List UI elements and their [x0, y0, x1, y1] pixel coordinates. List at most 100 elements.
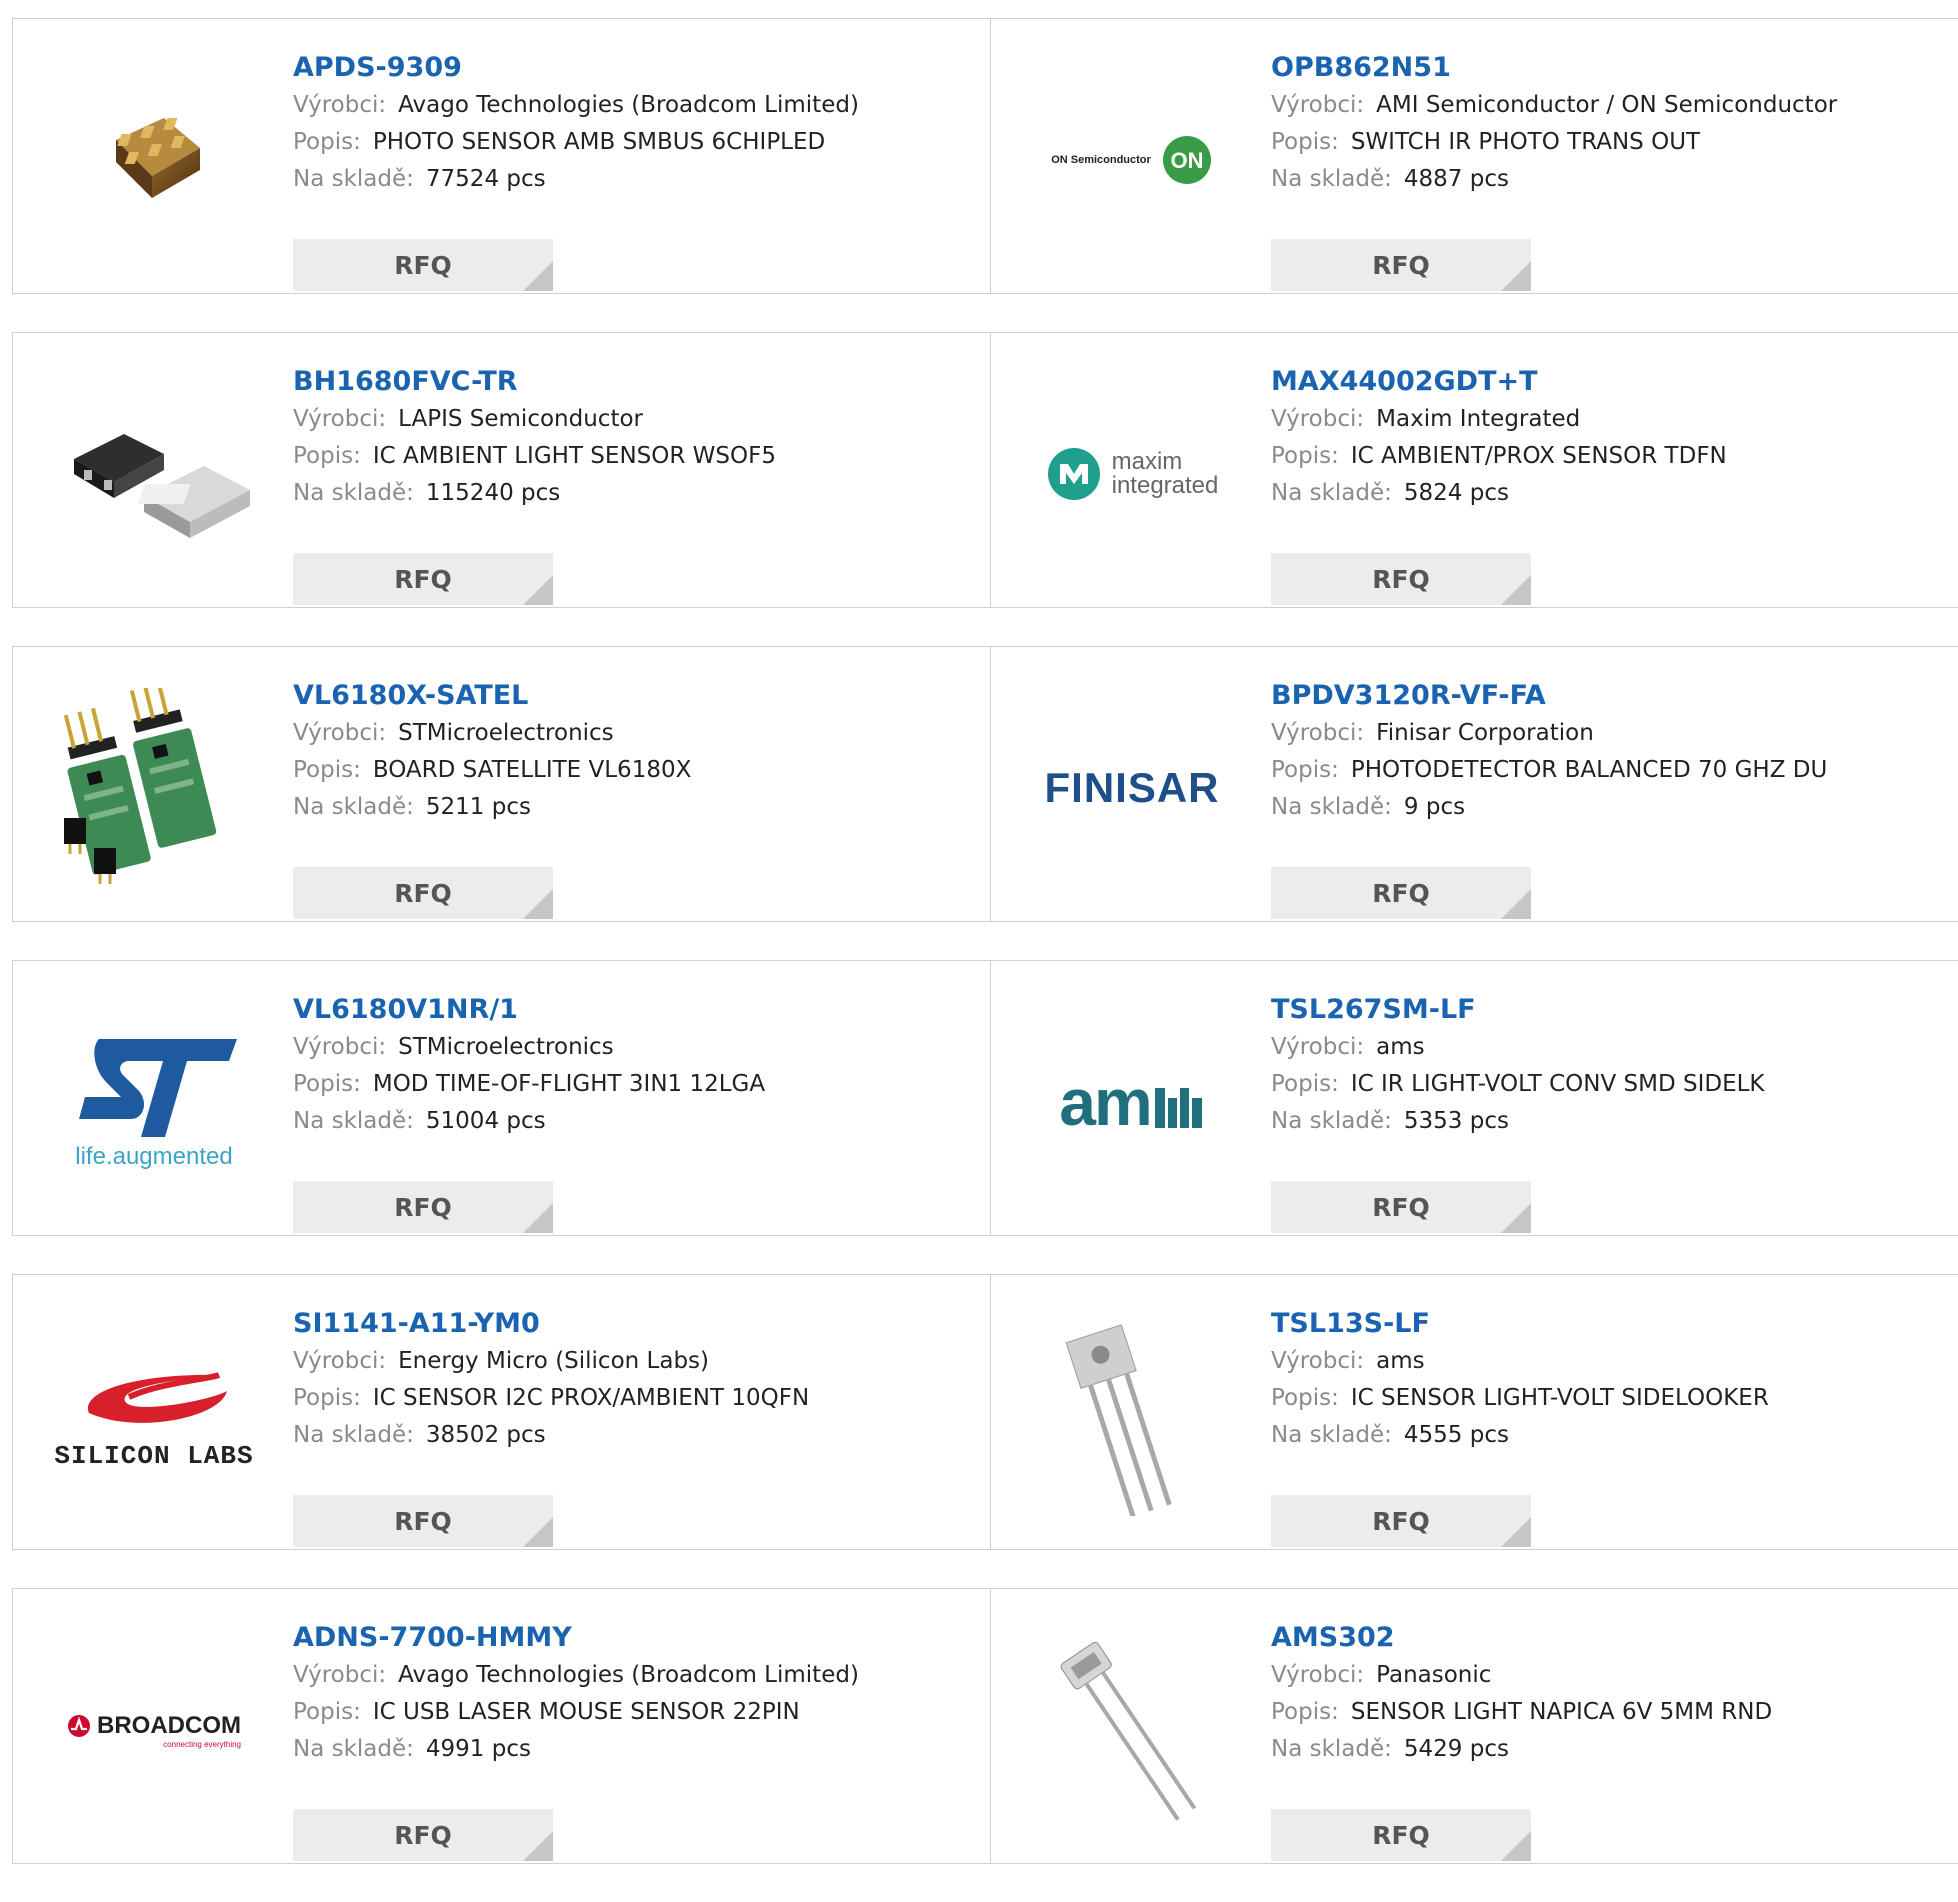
part-number-link[interactable]: TSL13S-LF: [1271, 1305, 1958, 1343]
rfq-label: RFQ: [1372, 250, 1430, 280]
part-number-link[interactable]: BH1680FVC-TR: [293, 363, 980, 401]
stock-row: Na skladě: 51004 pcs: [293, 1103, 980, 1140]
logo-tagline: connecting everything: [163, 1739, 241, 1749]
stock-value: 5824 pcs: [1403, 480, 1509, 506]
logo-text: integrated: [1111, 472, 1219, 499]
stock-value: 51004 pcs: [425, 1108, 546, 1134]
manufacturer-label: Výrobci:: [1271, 1662, 1365, 1688]
manufacturer-label: Výrobci:: [293, 406, 387, 432]
stock-row: Na skladě: 115240 pcs: [293, 475, 980, 512]
rfq-button[interactable]: RFQ: [1271, 1809, 1531, 1861]
manufacturer-row: Výrobci: STMicroelectronics: [293, 1029, 980, 1066]
stock-row: Na skladě: 4887 pcs: [1271, 161, 1958, 198]
rfq-label: RFQ: [1372, 1506, 1430, 1536]
stock-value: 5353 pcs: [1403, 1108, 1509, 1134]
button-corner-decoration: [523, 1517, 553, 1547]
description-label: Popis:: [1271, 1071, 1339, 1097]
button-corner-decoration: [1501, 575, 1531, 605]
description-row: Popis: IC IR LIGHT-VOLT CONV SMD SIDELK: [1271, 1066, 1958, 1103]
broadcom-logo[interactable]: BROADCOM connecting everything: [51, 1627, 257, 1833]
stock-value: 4555 pcs: [1403, 1422, 1509, 1448]
stock-label: Na skladě:: [1271, 1422, 1392, 1448]
stock-value: 5429 pcs: [1403, 1736, 1509, 1762]
photo-sensor-leads-photo[interactable]: [1029, 1627, 1235, 1833]
manufacturer-value: AMI Semiconductor / ON Semiconductor: [1376, 92, 1838, 118]
stock-value: 77524 pcs: [425, 166, 546, 192]
part-number-link[interactable]: OPB862N51: [1271, 49, 1958, 87]
product-info: APDS-9309 Výrobci: Avago Technologies (Br…: [293, 49, 980, 291]
button-corner-decoration: [523, 1203, 553, 1233]
sidelooker-sensor-photo[interactable]: [1029, 1313, 1235, 1519]
manufacturer-value: Panasonic: [1376, 1662, 1492, 1688]
logo-text: am: [1059, 1065, 1152, 1139]
button-corner-decoration: [1501, 889, 1531, 919]
product-card: am TSL267SM-LF Výrobci: ams Popis: IC IR L…: [990, 961, 1958, 1235]
part-number-link[interactable]: APDS-9309: [293, 49, 980, 87]
product-info: AMS302 Výrobci: Panasonic Popis: SENSOR LI…: [1271, 1619, 1958, 1861]
description-row: Popis: MOD TIME-OF-FLIGHT 3IN1 12LGA: [293, 1066, 980, 1103]
rfq-label: RFQ: [1372, 1192, 1430, 1222]
st-life-augmented-logo[interactable]: life.augmented: [51, 999, 257, 1205]
maxim-integrated-logo[interactable]: maxim integrated: [1029, 371, 1235, 577]
rfq-label: RFQ: [394, 878, 452, 908]
rfq-button[interactable]: RFQ: [293, 553, 553, 605]
part-number-link[interactable]: TSL267SM-LF: [1271, 991, 1958, 1029]
part-number-link[interactable]: VL6180V1NR/1: [293, 991, 980, 1029]
description-value: PHOTO SENSOR AMB SMBUS 6CHIPLED: [372, 129, 826, 155]
manufacturer-row: Výrobci: Energy Micro (Silicon Labs): [293, 1343, 980, 1380]
description-row: Popis: IC AMBIENT/PROX SENSOR TDFN: [1271, 438, 1958, 475]
part-number-link[interactable]: AMS302: [1271, 1619, 1958, 1657]
button-corner-decoration: [1501, 1203, 1531, 1233]
product-card: APDS-9309 Výrobci: Avago Technologies (Br…: [12, 19, 990, 293]
stock-label: Na skladě:: [1271, 794, 1392, 820]
rfq-button[interactable]: RFQ: [1271, 867, 1531, 919]
manufacturer-value: LAPIS Semiconductor: [398, 406, 643, 432]
manufacturer-row: Výrobci: Avago Technologies (Broadcom Lim…: [293, 87, 980, 124]
product-card: life.augmented VL6180V1NR/1 Výrobci: STMi…: [12, 961, 990, 1235]
on-semiconductor-logo[interactable]: ON Semiconductor ON: [1029, 57, 1235, 263]
rfq-button[interactable]: RFQ: [1271, 553, 1531, 605]
rfq-button[interactable]: RFQ: [293, 239, 553, 291]
stock-label: Na skladě:: [1271, 480, 1392, 506]
satellite-board-photo[interactable]: [51, 685, 257, 891]
stock-label: Na skladě:: [293, 166, 414, 192]
stock-row: Na skladě: 5429 pcs: [1271, 1731, 1958, 1768]
finisar-logo[interactable]: FINISAR: [1029, 685, 1235, 891]
stock-row: Na skladě: 5211 pcs: [293, 789, 980, 826]
manufacturer-row: Výrobci: AMI Semiconductor / ON Semicondu…: [1271, 87, 1958, 124]
wsof5-package-photo[interactable]: [51, 371, 257, 577]
silicon-labs-logo[interactable]: SILICON LABS: [51, 1313, 257, 1519]
product-info: ADNS-7700-HMMY Výrobci: Avago Technologie…: [293, 1619, 980, 1861]
rfq-button[interactable]: RFQ: [1271, 1181, 1531, 1233]
manufacturer-row: Výrobci: LAPIS Semiconductor: [293, 401, 980, 438]
description-row: Popis: IC USB LASER MOUSE SENSOR 22PIN: [293, 1694, 980, 1731]
ams-logo[interactable]: am: [1029, 999, 1235, 1205]
product-row: BH1680FVC-TR Výrobci: LAPIS Semiconductor…: [12, 332, 1958, 608]
part-number-link[interactable]: MAX44002GDT+T: [1271, 363, 1958, 401]
product-info: TSL267SM-LF Výrobci: ams Popis: IC IR LIGH…: [1271, 991, 1958, 1233]
part-number-link[interactable]: BPDV3120R-VF-FA: [1271, 677, 1958, 715]
part-number-link[interactable]: SI1141-A11-YM0: [293, 1305, 980, 1343]
manufacturer-row: Výrobci: Panasonic: [1271, 1657, 1958, 1694]
product-row: BROADCOM connecting everything ADNS-7700…: [12, 1588, 1958, 1864]
rfq-button[interactable]: RFQ: [293, 867, 553, 919]
rfq-button[interactable]: RFQ: [1271, 1495, 1531, 1547]
svg-text:ON: ON: [1170, 148, 1203, 173]
chipled-package-photo[interactable]: [51, 57, 257, 263]
stock-row: Na skladě: 38502 pcs: [293, 1417, 980, 1454]
manufacturer-value: STMicroelectronics: [398, 720, 614, 746]
description-value: SWITCH IR PHOTO TRANS OUT: [1350, 129, 1701, 155]
rfq-button[interactable]: RFQ: [293, 1181, 553, 1233]
rfq-button[interactable]: RFQ: [293, 1809, 553, 1861]
description-value: IC SENSOR LIGHT-VOLT SIDELOOKER: [1350, 1385, 1769, 1411]
button-corner-decoration: [523, 575, 553, 605]
description-label: Popis:: [293, 1699, 361, 1725]
rfq-button[interactable]: RFQ: [293, 1495, 553, 1547]
rfq-button[interactable]: RFQ: [1271, 239, 1531, 291]
manufacturer-label: Výrobci:: [293, 92, 387, 118]
part-number-link[interactable]: ADNS-7700-HMMY: [293, 1619, 980, 1657]
description-label: Popis:: [293, 757, 361, 783]
stock-label: Na skladě:: [293, 480, 414, 506]
logo-text: SILICON LABS: [54, 1441, 254, 1471]
part-number-link[interactable]: VL6180X-SATEL: [293, 677, 980, 715]
